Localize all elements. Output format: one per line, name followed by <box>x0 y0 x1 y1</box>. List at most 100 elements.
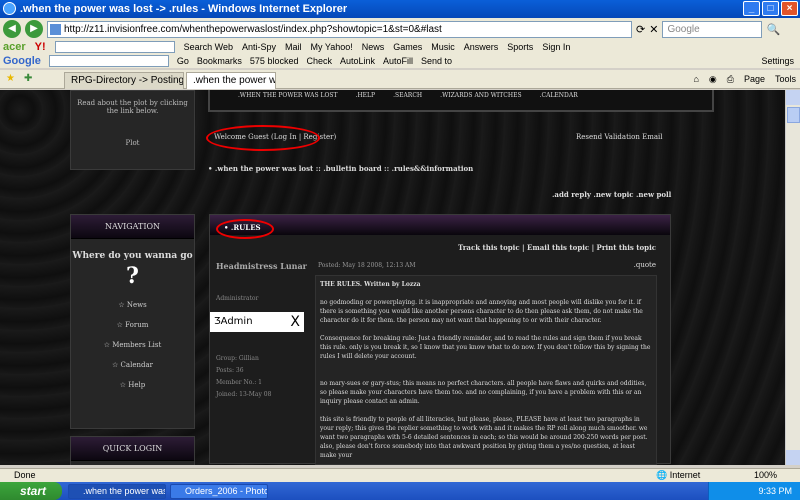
settings-button[interactable]: Settings <box>761 56 794 66</box>
topic-links[interactable]: Track this topic | Email this topic | Pr… <box>458 243 656 252</box>
stop-icon[interactable]: ✕ <box>649 23 658 36</box>
maximize-button[interactable]: □ <box>762 1 779 16</box>
scroll-down-button[interactable] <box>786 450 800 465</box>
close-button[interactable]: × <box>781 1 798 16</box>
author-group: Group: Gillian <box>216 355 259 362</box>
games-button[interactable]: Games <box>393 42 422 52</box>
navigation-header: NAVIGATION <box>71 215 194 239</box>
red-circle-annotation-rules <box>216 219 274 239</box>
autolink-button[interactable]: AutoLink <box>340 56 375 66</box>
nav-help[interactable]: .HELP <box>356 90 376 110</box>
vertical-scrollbar[interactable] <box>785 90 800 465</box>
question-mark-icon: ? <box>126 263 139 289</box>
favorites-star-icon[interactable]: ★ <box>6 73 15 84</box>
search-icon[interactable]: 🔍 <box>766 23 780 36</box>
sports-button[interactable]: Sports <box>507 42 533 52</box>
page-icon <box>50 23 61 35</box>
answers-button[interactable]: Answers <box>464 42 499 52</box>
author-joined: Joined: 13-May 08 <box>216 391 272 398</box>
search-input[interactable]: Google <box>662 20 763 38</box>
post-paragraph: this site is friendly to people of all l… <box>320 416 648 459</box>
post-author[interactable]: Headmistress Lunar <box>216 261 307 271</box>
navigation-box: NAVIGATION Where do you wanna go ? ☆ New… <box>70 214 195 429</box>
quick-login-header: QUICK LOGIN <box>71 437 194 461</box>
post-paragraph: no mary-sues or gary-stus; this means no… <box>320 380 647 405</box>
red-circle-annotation <box>206 125 320 151</box>
system-tray: 9:33 PM <box>708 482 800 500</box>
forward-button[interactable]: ▶ <box>25 20 43 38</box>
window-title: .when the power was lost -> .rules - Win… <box>20 3 348 15</box>
address-bar: ◀ ▶ http://z11.invisionfree.com/whenthep… <box>0 18 800 40</box>
music-button[interactable]: Music <box>431 42 455 52</box>
nav-help-side[interactable]: ☆ Help <box>71 381 194 389</box>
task-ie[interactable]: .when the power was... <box>68 484 166 499</box>
nav-calendar-side[interactable]: ☆ Calendar <box>71 361 194 369</box>
acer-logo: acer <box>3 41 26 53</box>
nav-calendar[interactable]: .CALENDAR <box>540 90 578 110</box>
nav-search[interactable]: .SEARCH <box>393 90 422 110</box>
check-button[interactable]: Check <box>306 56 332 66</box>
minimize-button[interactable]: _ <box>743 1 760 16</box>
tab-when-power-lost[interactable]: .when the power was los... <box>186 72 276 89</box>
start-button[interactable]: start <box>0 482 62 500</box>
google-toolbar: Google Go Bookmarks 575 blocked Check Au… <box>0 54 800 68</box>
print-icon[interactable]: ⎙ <box>727 74 734 85</box>
nav-home[interactable]: .WHEN THE POWER WAS LOST <box>238 90 338 110</box>
feeds-icon[interactable]: ◉ <box>709 74 717 85</box>
breadcrumb[interactable]: • .when the power was lost :: .bulletin … <box>208 164 473 173</box>
back-button[interactable]: ◀ <box>3 20 21 38</box>
nav-wizards[interactable]: .WIZARDS AND WITCHES <box>440 90 521 110</box>
url-field[interactable]: http://z11.invisionfree.com/whenthepower… <box>47 20 632 38</box>
quote-button[interactable]: .quote <box>634 261 656 269</box>
author-member-no: Member No.: 1 <box>216 379 262 386</box>
forum-nav: .WHEN THE POWER WAS LOST .HELP .SEARCH .… <box>208 90 714 112</box>
clock: 9:33 PM <box>758 486 792 496</box>
anti-spy-button[interactable]: Anti-Spy <box>242 42 276 52</box>
nav-forum[interactable]: ☆ Forum <box>71 321 194 329</box>
google-search-input[interactable] <box>48 55 169 67</box>
plot-text: Read about the plot by clicking the link… <box>77 99 188 115</box>
nav-news[interactable]: ☆ News <box>71 301 194 309</box>
plot-box: Read about the plot by clicking the link… <box>70 90 195 170</box>
refresh-icon[interactable]: ⟳ <box>636 23 645 36</box>
scroll-up-button[interactable] <box>786 90 800 105</box>
google-logo: Google <box>3 55 41 67</box>
tab-rpg-directory[interactable]: RPG-Directory -> Posting Ne... <box>64 72 184 89</box>
home-icon[interactable]: ⌂ <box>693 74 698 85</box>
post-date: Posted: May 18 2008, 12:13 AM <box>318 262 416 269</box>
news-button[interactable]: News <box>362 42 385 52</box>
nav-members-list[interactable]: ☆ Members List <box>71 341 194 349</box>
mail-button[interactable]: Mail <box>285 42 302 52</box>
scroll-thumb[interactable] <box>787 107 800 123</box>
author-posts: Posts: 36 <box>216 367 244 374</box>
task-photoshop[interactable]: Orders_2006 - Photo... <box>170 484 268 499</box>
resend-validation-link[interactable]: Resend Validation Email <box>576 133 662 141</box>
taskbar: start .when the power was... Orders_2006… <box>0 482 800 500</box>
toolbar-search-input[interactable] <box>54 41 175 53</box>
my-yahoo-button[interactable]: My Yahoo! <box>311 42 353 52</box>
navigation-question: Where do you wanna go <box>72 251 193 261</box>
post-heading: THE RULES. Written by Lozza <box>320 281 421 288</box>
zoom-level[interactable]: 100% <box>754 469 777 482</box>
go-button[interactable]: Go <box>177 56 189 66</box>
topic-actions[interactable]: .add reply .new topic .new poll <box>552 190 671 199</box>
tools-menu[interactable]: Tools <box>775 74 796 85</box>
avatar: ƷAdmin X <box>210 312 304 332</box>
bookmarks-button[interactable]: Bookmarks <box>197 56 242 66</box>
topic-panel: • .RULES Track this topic | Email this t… <box>209 214 671 465</box>
ie-icon <box>3 2 16 15</box>
sign-in-button[interactable]: Sign In <box>542 42 570 52</box>
plot-link[interactable]: Plot <box>71 139 194 147</box>
popup-blocked-button[interactable]: 575 blocked <box>250 56 299 66</box>
page-menu[interactable]: Page <box>744 74 765 85</box>
zone-indicator: 🌐 Internet <box>656 470 701 480</box>
tab-bar: ★ ✚ RPG-Directory -> Posting Ne... .when… <box>0 70 800 89</box>
search-web-button[interactable]: Search Web <box>184 42 233 52</box>
autofill-button[interactable]: AutoFill <box>383 56 413 66</box>
add-favorites-icon[interactable]: ✚ <box>24 73 32 84</box>
send-to-button[interactable]: Send to <box>421 56 452 66</box>
avatar-x-icon: X <box>290 314 300 330</box>
topic-title: • .RULES <box>210 215 670 235</box>
yahoo-logo[interactable]: Y! <box>35 41 46 53</box>
quick-login-box: QUICK LOGIN <box>70 436 195 465</box>
